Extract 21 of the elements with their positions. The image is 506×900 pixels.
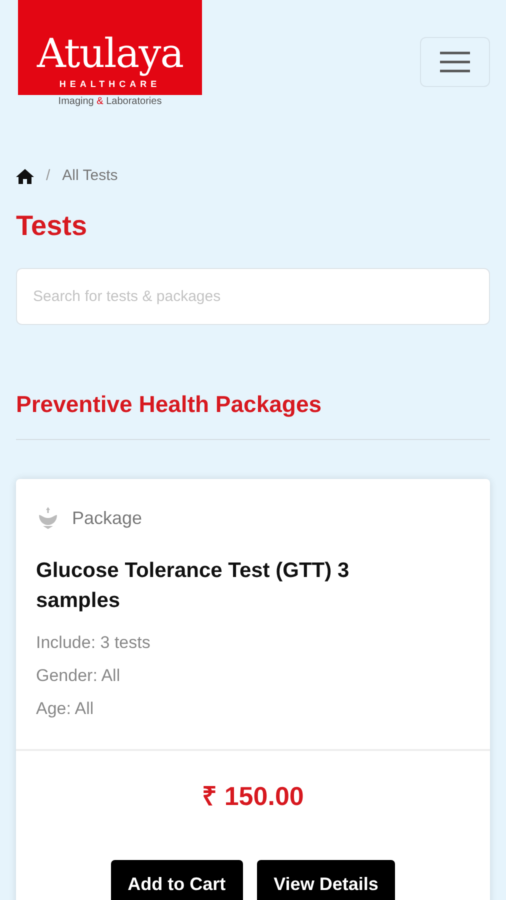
section-title: Preventive Health Packages	[16, 390, 323, 418]
package-detail: Include: 3 tests	[36, 632, 152, 654]
package-type-label: Package	[72, 506, 142, 530]
package-name: Glucose Tolerance Test (GTT) 3 samples	[36, 558, 350, 614]
logo-tagline: Imaging & Laboratories	[58, 95, 162, 109]
menu-button[interactable]	[420, 37, 490, 87]
package-detail: Gender: All	[36, 664, 122, 686]
home-link[interactable]	[16, 168, 34, 184]
search-field[interactable]: Search for tests & packages	[16, 268, 490, 324]
breadcrumb-separator: /	[45, 166, 52, 186]
package-detail: Age: All	[36, 698, 95, 720]
breadcrumb-current: All Tests	[62, 166, 118, 186]
menu-icon	[439, 50, 471, 74]
page-title: Tests	[16, 208, 88, 242]
package-icon	[36, 506, 60, 530]
logo-wordmark: Atulaya	[36, 32, 184, 76]
home-icon	[16, 168, 34, 184]
package-action-button[interactable]: Add to Cart	[110, 860, 243, 900]
logo-subtitle: HEALTHCARE	[59, 78, 161, 90]
package-price: ₹ 150.00	[202, 780, 304, 812]
package-action-button[interactable]: View Details	[256, 860, 396, 900]
